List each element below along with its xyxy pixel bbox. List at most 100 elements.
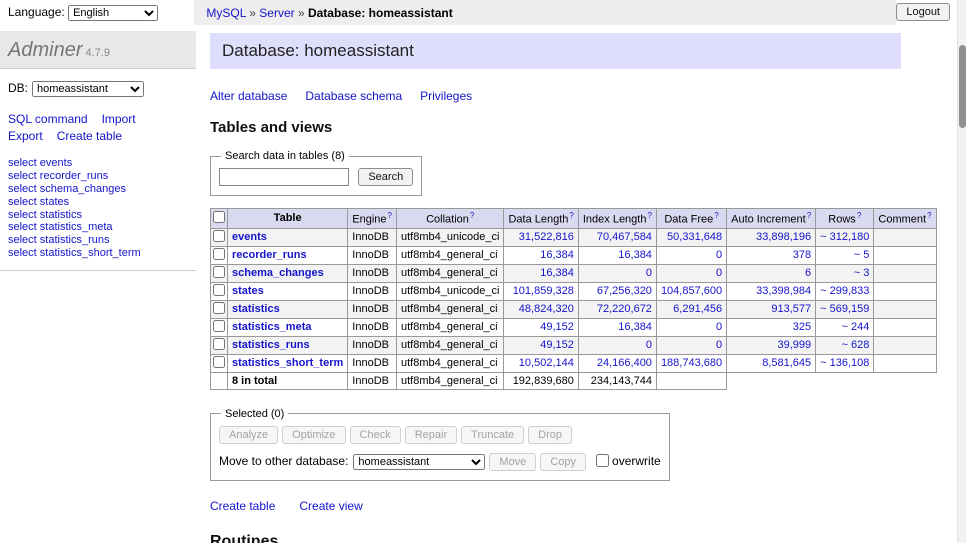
cell-data-length-link[interactable]: 49,152 xyxy=(540,339,574,351)
copy-button[interactable]: Copy xyxy=(540,453,586,471)
cell-index-length-link[interactable]: 24,166,400 xyxy=(597,357,652,369)
sidebar-link-sql-command[interactable]: SQL command xyxy=(8,112,88,126)
table-link-statistics[interactable]: statistics xyxy=(232,303,280,315)
check-button[interactable]: Check xyxy=(350,426,401,444)
help-link[interactable]: ? xyxy=(388,211,392,220)
search-input[interactable] xyxy=(219,168,349,186)
cell-index-length-link[interactable]: 0 xyxy=(646,339,652,351)
help-link[interactable]: ? xyxy=(714,211,718,220)
sidebar-item-select-states[interactable]: select states xyxy=(8,196,196,209)
adminer-logo-link[interactable]: Adminer xyxy=(8,39,82,61)
breadcrumb-link-mysql[interactable]: MySQL xyxy=(206,6,246,20)
cell-data-free-link[interactable]: 0 xyxy=(716,321,722,333)
action-database-schema[interactable]: Database schema xyxy=(305,89,402,103)
vertical-scrollbar[interactable] xyxy=(957,0,966,543)
overwrite-checkbox[interactable] xyxy=(596,454,609,467)
table-link-recorder_runs[interactable]: recorder_runs xyxy=(232,249,307,261)
cell-data-free-link[interactable]: 0 xyxy=(716,267,722,279)
logout-button[interactable]: Logout xyxy=(896,3,950,21)
help-link[interactable]: ? xyxy=(807,211,811,220)
cell-data-free-link[interactable]: 104,857,600 xyxy=(661,285,722,297)
action-alter-database[interactable]: Alter database xyxy=(210,89,287,103)
move-db-select[interactable]: homeassistant xyxy=(353,454,485,470)
truncate-button[interactable]: Truncate xyxy=(461,426,524,444)
sidebar-item-select-statistics-runs[interactable]: select statistics_runs xyxy=(8,234,196,247)
sidebar-item-select-statistics-short-term[interactable]: select statistics_short_term xyxy=(8,247,196,260)
breadcrumb-link-server[interactable]: Server xyxy=(259,6,294,20)
row-checkbox-states[interactable] xyxy=(213,284,225,296)
cell-data-free-link[interactable]: 0 xyxy=(716,249,722,261)
cell-data-free-link[interactable]: 50,331,648 xyxy=(667,231,722,243)
row-checkbox-events[interactable] xyxy=(213,230,225,242)
language-select[interactable]: English xyxy=(68,5,158,21)
cell-rows-link[interactable]: ~ 5 xyxy=(854,249,870,261)
cell-data-free-link[interactable]: 188,743,680 xyxy=(661,357,722,369)
help-link[interactable]: ? xyxy=(927,211,931,220)
action-privileges[interactable]: Privileges xyxy=(420,89,472,103)
sidebar-link-export[interactable]: Export xyxy=(8,129,43,143)
cell-data-free-link[interactable]: 6,291,456 xyxy=(673,303,722,315)
drop-button[interactable]: Drop xyxy=(528,426,572,444)
cell-rows-link[interactable]: ~ 628 xyxy=(842,339,870,351)
cell-data-length-link[interactable]: 101,859,328 xyxy=(513,285,574,297)
table-link-events[interactable]: events xyxy=(232,231,267,243)
cell-index-length-link[interactable]: 16,384 xyxy=(618,249,652,261)
sidebar-item-select-schema-changes[interactable]: select schema_changes xyxy=(8,183,196,196)
cell-auto-increment-link[interactable]: 8,581,645 xyxy=(762,357,811,369)
analyze-button[interactable]: Analyze xyxy=(219,426,278,444)
help-link[interactable]: ? xyxy=(569,211,573,220)
repair-button[interactable]: Repair xyxy=(405,426,457,444)
link-create-view[interactable]: Create view xyxy=(299,499,362,513)
move-button[interactable]: Move xyxy=(489,453,536,471)
cell-auto-increment-link[interactable]: 378 xyxy=(793,249,811,261)
cell-auto-increment-link[interactable]: 325 xyxy=(793,321,811,333)
row-checkbox-statistics_short_term[interactable] xyxy=(213,356,225,368)
row-checkbox-statistics_meta[interactable] xyxy=(213,320,225,332)
cell-rows-link[interactable]: ~ 244 xyxy=(842,321,870,333)
table-link-statistics_meta[interactable]: statistics_meta xyxy=(232,321,312,333)
cell-rows-link[interactable]: ~ 299,833 xyxy=(820,285,869,297)
cell-index-length-link[interactable]: 16,384 xyxy=(618,321,652,333)
scrollbar-thumb[interactable] xyxy=(959,45,966,128)
cell-auto-increment-link[interactable]: 33,398,984 xyxy=(756,285,811,297)
optimize-button[interactable]: Optimize xyxy=(282,426,345,444)
cell-data-length-link[interactable]: 16,384 xyxy=(540,249,574,261)
cell-index-length-link[interactable]: 0 xyxy=(646,267,652,279)
cell-data-length-link[interactable]: 10,502,144 xyxy=(519,357,574,369)
select-all-checkbox[interactable] xyxy=(213,211,225,223)
table-link-statistics_runs[interactable]: statistics_runs xyxy=(232,339,310,351)
cell-index-length-link[interactable]: 72,220,672 xyxy=(597,303,652,315)
cell-data-length-link[interactable]: 16,384 xyxy=(540,267,574,279)
sidebar-item-select-recorder-runs[interactable]: select recorder_runs xyxy=(8,170,196,183)
cell-rows-link[interactable]: ~ 136,108 xyxy=(820,357,869,369)
cell-rows-link[interactable]: ~ 3 xyxy=(854,267,870,279)
cell-rows-link[interactable]: ~ 312,180 xyxy=(820,231,869,243)
cell-data-length-link[interactable]: 49,152 xyxy=(540,321,574,333)
cell-index-length-link[interactable]: 70,467,584 xyxy=(597,231,652,243)
table-link-schema_changes[interactable]: schema_changes xyxy=(232,267,324,279)
cell-data-length-link[interactable]: 48,824,320 xyxy=(519,303,574,315)
cell-auto-increment-link[interactable]: 33,898,196 xyxy=(756,231,811,243)
cell-data-free-link[interactable]: 0 xyxy=(716,339,722,351)
help-link[interactable]: ? xyxy=(857,211,861,220)
link-create-table[interactable]: Create table xyxy=(210,499,275,513)
sidebar-link-create-table[interactable]: Create table xyxy=(57,129,122,143)
cell-data-length-link[interactable]: 31,522,816 xyxy=(519,231,574,243)
cell-auto-increment-link[interactable]: 6 xyxy=(805,267,811,279)
help-link[interactable]: ? xyxy=(647,211,651,220)
row-checkbox-statistics_runs[interactable] xyxy=(213,338,225,350)
sidebar-item-select-events[interactable]: select events xyxy=(8,157,196,170)
search-button[interactable]: Search xyxy=(358,168,413,186)
cell-rows-link[interactable]: ~ 569,159 xyxy=(820,303,869,315)
sidebar-link-import[interactable]: Import xyxy=(102,112,136,126)
table-link-statistics_short_term[interactable]: statistics_short_term xyxy=(232,357,343,369)
sidebar-item-select-statistics-meta[interactable]: select statistics_meta xyxy=(8,221,196,234)
cell-auto-increment-link[interactable]: 39,999 xyxy=(778,339,812,351)
table-link-states[interactable]: states xyxy=(232,285,264,297)
row-checkbox-recorder_runs[interactable] xyxy=(213,248,225,260)
cell-index-length-link[interactable]: 67,256,320 xyxy=(597,285,652,297)
row-checkbox-statistics[interactable] xyxy=(213,302,225,314)
row-checkbox-schema_changes[interactable] xyxy=(213,266,225,278)
cell-auto-increment-link[interactable]: 913,577 xyxy=(771,303,811,315)
sidebar-item-select-statistics[interactable]: select statistics xyxy=(8,209,196,222)
